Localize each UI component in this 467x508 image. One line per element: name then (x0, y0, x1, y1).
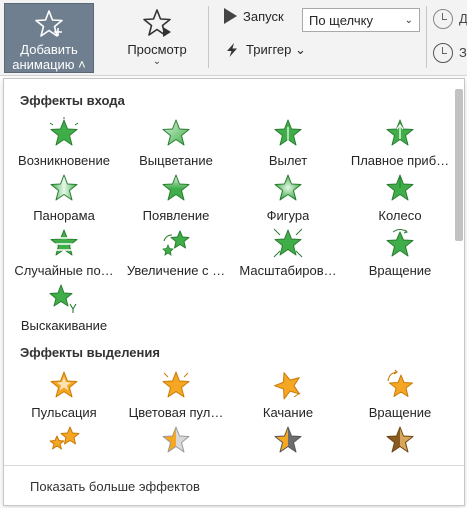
effect-bounce[interactable]: Выскакивание (8, 282, 120, 336)
start-row: Запуск (224, 8, 284, 24)
start-select[interactable]: По щелчку ⌄ (302, 8, 420, 32)
effect-label: Цветовая пул… (128, 405, 224, 420)
add-animation-button[interactable]: Добавить анимацию ˄ (4, 3, 94, 73)
start-select-value: По щелчку (309, 12, 373, 28)
effect-random-bars[interactable]: Случайные по… (8, 227, 120, 281)
preview-star-icon (143, 9, 171, 37)
gallery-scrollbar[interactable] (454, 83, 464, 455)
star-shape-icon (274, 174, 302, 201)
star-pulse-icon (50, 371, 78, 398)
star-desaturate-icon (162, 426, 190, 453)
effect-grow-shrink[interactable] (8, 424, 120, 459)
effect-label: Пульсация (31, 405, 97, 420)
star-zoom-icon (273, 228, 303, 258)
effect-float-in[interactable]: Плавное приб… (344, 117, 452, 171)
effect-pulse[interactable]: Пульсация (8, 369, 120, 423)
star-lighten-icon (386, 426, 414, 453)
add-star-icon (35, 10, 63, 37)
effect-label: Возникновение (18, 153, 110, 168)
star-fade-icon (162, 119, 190, 146)
star-fly-in-icon (274, 119, 302, 149)
effect-label: Появление (142, 208, 210, 223)
effect-appear[interactable]: Возникновение (8, 117, 120, 171)
effect-label: Вращение (368, 405, 432, 420)
scrollbar-thumb[interactable] (455, 89, 463, 241)
effect-label: Выцветание (139, 153, 213, 168)
star-wipe-icon (162, 174, 190, 201)
effect-fade[interactable]: Выцветание (120, 117, 232, 171)
effect-darken[interactable] (232, 424, 344, 459)
star-swivel-icon (386, 229, 414, 257)
star-appear-icon (49, 117, 79, 146)
star-split-icon (50, 174, 78, 201)
star-grow-turn-icon (162, 230, 190, 256)
effect-grow-turn[interactable]: Увеличение с … (120, 227, 232, 281)
star-grow-shrink-icon (49, 426, 80, 450)
more-effects-link[interactable]: Показать больше эффектов (30, 479, 200, 494)
effect-desaturate[interactable] (120, 424, 232, 459)
effect-label: Случайные по… (14, 263, 114, 278)
ribbon-divider (426, 6, 427, 68)
trigger-button[interactable]: Триггер ⌄ (224, 42, 306, 58)
ribbon-divider (208, 6, 209, 68)
effect-label: Выскакивание (20, 318, 108, 333)
entrance-section-title: Эффекты входа (20, 93, 125, 108)
effect-label: Фигура (266, 208, 310, 223)
star-wheel-icon (386, 174, 414, 201)
duration-clock-icon (433, 9, 453, 29)
emphasis-section-title: Эффекты выделения (20, 345, 160, 360)
animation-gallery-panel: Эффекты входа Возникновение Выцветание В… (3, 78, 465, 506)
delay-label: З (459, 45, 467, 60)
duration-label: Д (459, 11, 467, 26)
preview-label: Просмотр (127, 42, 187, 57)
effect-zoom[interactable]: Масштабиров… (232, 227, 344, 281)
chevron-down-icon: ⌄ (152, 56, 162, 67)
star-color-pulse-icon (162, 371, 190, 398)
effect-label: Вращение (368, 263, 432, 278)
effect-label: Панорама (33, 208, 95, 223)
effect-color-pulse[interactable]: Цветовая пул… (120, 369, 232, 423)
trigger-label: Триггер ⌄ (246, 42, 306, 57)
effect-shape[interactable]: Фигура (232, 172, 344, 226)
effect-fly-in[interactable]: Вылет (232, 117, 344, 171)
effect-spin[interactable]: Вращение (344, 369, 452, 423)
panel-divider (4, 465, 464, 466)
star-float-in-icon (386, 119, 414, 146)
star-darken-icon (274, 426, 302, 453)
effect-split[interactable]: Панорама (8, 172, 120, 226)
effect-label: Колесо (378, 208, 422, 223)
animations-ribbon: Добавить анимацию ˄ Просмотр ⌄ Запуск По… (0, 0, 467, 76)
start-label: Запуск (243, 8, 284, 24)
star-bounce-icon (49, 284, 77, 313)
effect-label: Масштабиров… (239, 263, 337, 278)
delay-clock-icon (433, 43, 453, 63)
effect-label: Плавное приб… (350, 153, 450, 168)
preview-button[interactable]: Просмотр ⌄ (112, 3, 202, 73)
play-icon (224, 8, 237, 24)
effect-lighten[interactable] (344, 424, 452, 459)
add-animation-label: Добавить анимацию ˄ (12, 42, 86, 72)
effect-label: Качание (262, 405, 314, 420)
effect-swivel[interactable]: Вращение (344, 227, 452, 281)
effect-wheel[interactable]: Колесо (344, 172, 452, 226)
effect-label: Вылет (268, 153, 308, 168)
gallery-scroll-area[interactable]: Эффекты входа Возникновение Выцветание В… (4, 79, 452, 459)
effect-label: Увеличение с … (126, 263, 226, 278)
lightning-icon (227, 43, 237, 57)
effect-teeter[interactable]: Качание (232, 369, 344, 423)
star-teeter-icon (274, 372, 301, 400)
chevron-down-icon: ⌄ (404, 14, 413, 26)
star-spin-icon (387, 369, 413, 397)
effect-wipe[interactable]: Появление (120, 172, 232, 226)
star-random-bars-icon (50, 229, 78, 256)
